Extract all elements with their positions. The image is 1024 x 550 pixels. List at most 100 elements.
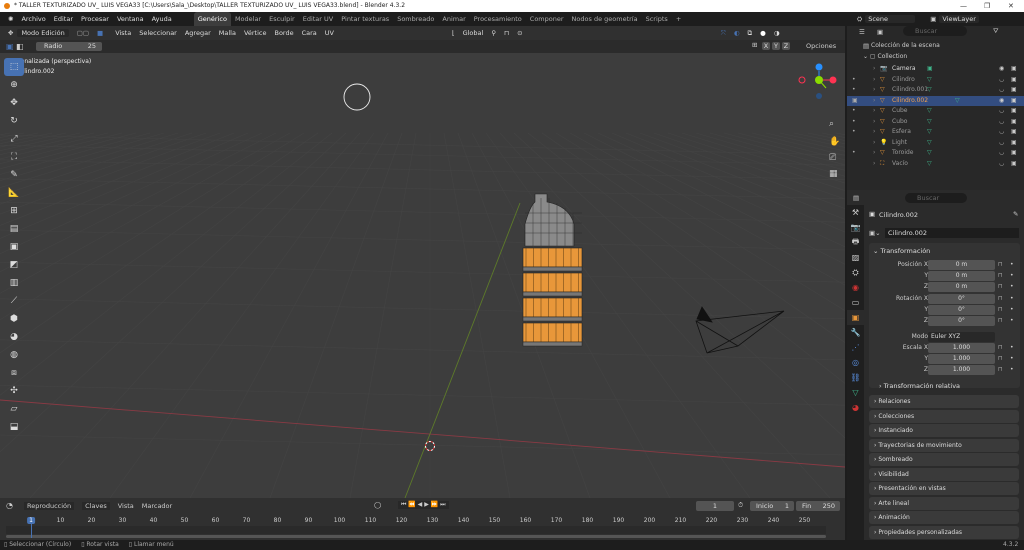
- workspace-tab-0[interactable]: Genérico: [193, 12, 231, 26]
- transform-icon[interactable]: ⛶: [4, 148, 24, 166]
- expand-arrow-icon[interactable]: ›: [873, 148, 875, 159]
- keyframe-dot-icon[interactable]: •: [1010, 272, 1014, 279]
- current-frame-field[interactable]: 1: [696, 501, 734, 511]
- camera-view-icon[interactable]: ⎚: [829, 153, 836, 163]
- pin-icon[interactable]: ✎: [1013, 210, 1018, 218]
- menu-0[interactable]: Archivo: [17, 12, 49, 26]
- edit-mode-dot-icon[interactable]: •: [852, 117, 856, 128]
- panel-animación[interactable]: › Animación: [869, 511, 1019, 524]
- rotation-field-0[interactable]: 0°: [928, 294, 995, 304]
- viewport-menu-1[interactable]: Seleccionar: [135, 29, 181, 37]
- render-camera-icon[interactable]: ▣: [1011, 85, 1017, 96]
- workspace-tab-8[interactable]: Componer: [526, 12, 568, 26]
- visibility-eye-icon[interactable]: ◡: [999, 106, 1004, 117]
- expand-arrow-icon[interactable]: ›: [873, 106, 875, 117]
- panel-instanciado[interactable]: › Instanciado: [869, 424, 1019, 437]
- visibility-eye-icon[interactable]: ◡: [999, 117, 1004, 128]
- shear-icon[interactable]: ▱: [4, 400, 24, 418]
- mirror-y[interactable]: Y: [772, 42, 780, 50]
- timeline-scrollbar[interactable]: [6, 535, 826, 538]
- panel-sombreado[interactable]: › Sombreado: [869, 453, 1019, 466]
- bevel-icon[interactable]: ◩: [4, 256, 24, 274]
- workspace-tab-9[interactable]: Nodos de geometría: [568, 12, 642, 26]
- render-icon[interactable]: 📷: [847, 220, 864, 235]
- rotation-field-1[interactable]: 0°: [928, 305, 995, 315]
- scene-icon[interactable]: ⛭: [847, 265, 864, 280]
- viewport-menu-0[interactable]: Vista: [111, 29, 135, 37]
- measure-icon[interactable]: 📐: [4, 184, 24, 202]
- menu-3[interactable]: Ventana: [113, 12, 148, 26]
- visibility-eye-icon[interactable]: ◡: [999, 75, 1004, 86]
- keyframe-dot-icon[interactable]: •: [1010, 355, 1014, 362]
- lock-icon[interactable]: ⊓: [998, 283, 1003, 290]
- lock-icon[interactable]: ⊓: [998, 366, 1003, 373]
- keyframe-dot-icon[interactable]: •: [1010, 366, 1014, 373]
- modifier-icon[interactable]: 🔧: [847, 325, 864, 340]
- expand-arrow-icon[interactable]: ›: [873, 75, 875, 86]
- loop-cut-icon[interactable]: ▥: [4, 274, 24, 292]
- visibility-eye-icon[interactable]: ◡: [999, 138, 1004, 149]
- object-datablock-icon[interactable]: ▣⌄: [869, 229, 881, 237]
- edit-mode-dot-icon[interactable]: •: [852, 75, 856, 86]
- orientation-dropdown[interactable]: Global: [459, 29, 488, 37]
- move-icon[interactable]: ✥: [4, 94, 24, 112]
- constraints-icon[interactable]: ⛓: [847, 370, 864, 385]
- perspective-toggle-icon[interactable]: ▦: [829, 169, 838, 179]
- outliner-item[interactable]: • › ▽ Cubo ▽ ◡ ▣: [847, 117, 1024, 128]
- timeline-menu-2[interactable]: Vista: [118, 502, 134, 510]
- inset-icon[interactable]: ▣: [4, 238, 24, 256]
- timeline-editor-type-icon[interactable]: ◔: [6, 501, 13, 510]
- outliner-item[interactable]: • › ▽ Cilindro ▽ ◡ ▣: [847, 75, 1024, 86]
- data-icon[interactable]: ▽: [847, 385, 864, 400]
- workspace-tab-5[interactable]: Sombreado: [393, 12, 438, 26]
- workspace-tab-10[interactable]: Scripts: [642, 12, 672, 26]
- menu-2[interactable]: Procesar: [77, 12, 113, 26]
- filter-view-icon[interactable]: ▣: [877, 28, 883, 36]
- blender-menu-icon[interactable]: ✺: [4, 12, 17, 26]
- position-field-1[interactable]: 0 m: [928, 271, 995, 281]
- lock-icon[interactable]: ⊓: [998, 306, 1003, 313]
- physics-icon[interactable]: ◎: [847, 355, 864, 370]
- mode-dropdown[interactable]: Modo Edición: [17, 29, 69, 37]
- end-frame-field[interactable]: Fin 250: [796, 501, 840, 511]
- navigation-gizmo[interactable]: [798, 63, 837, 100]
- workspace-tab-11[interactable]: +: [672, 12, 685, 26]
- scale-field-1[interactable]: 1.000: [928, 354, 995, 364]
- viewport-menu-2[interactable]: Agregar: [181, 29, 215, 37]
- render-camera-icon[interactable]: ▣: [1011, 159, 1017, 170]
- world-icon[interactable]: ◉: [847, 280, 864, 295]
- minimize-button[interactable]: —: [960, 0, 967, 12]
- select-circle-icon[interactable]: ⬚: [4, 58, 24, 76]
- edit-mode-dot-icon[interactable]: •: [852, 148, 856, 159]
- overlay-toggle-icon[interactable]: ◐: [730, 29, 744, 37]
- restore-button[interactable]: ❐: [984, 0, 990, 12]
- xray-icon[interactable]: ⧉: [743, 29, 756, 38]
- options-dropdown[interactable]: Opciones: [806, 42, 836, 50]
- lock-icon[interactable]: ⊓: [998, 295, 1003, 302]
- workspace-tab-4[interactable]: Pintar texturas: [337, 12, 393, 26]
- visibility-eye-icon[interactable]: ◡: [999, 85, 1004, 96]
- viewport-menu-7[interactable]: UV: [321, 29, 338, 37]
- keyframe-dot-icon[interactable]: •: [1010, 283, 1014, 290]
- outliner-item[interactable]: • › ▽ Toroide ▽ ◡ ▣: [847, 148, 1024, 159]
- scale-field-0[interactable]: 1.000: [928, 343, 995, 353]
- collection-row[interactable]: ⌄ ▢ Collection: [863, 53, 907, 60]
- render-camera-icon[interactable]: ▣: [1011, 148, 1017, 159]
- position-field-2[interactable]: 0 m: [928, 282, 995, 292]
- start-frame-field[interactable]: Inicio 1: [750, 501, 794, 511]
- expand-arrow-icon[interactable]: ›: [873, 117, 875, 128]
- output-icon[interactable]: 🖶: [847, 235, 864, 250]
- lock-icon[interactable]: ⊓: [998, 344, 1003, 351]
- select-mode-new-icon[interactable]: ▣: [6, 42, 14, 51]
- outliner-item[interactable]: › 💡 Light ▽ ◡ ▣: [847, 138, 1024, 149]
- pivot-icon[interactable]: ⚲: [487, 29, 500, 37]
- editor-type-icon[interactable]: ✥: [4, 29, 17, 37]
- shading-solid-icon[interactable]: ●: [756, 29, 770, 37]
- properties-search[interactable]: Buscar: [905, 193, 967, 203]
- close-button[interactable]: ✕: [1008, 0, 1014, 12]
- visibility-eye-icon[interactable]: ◉: [999, 96, 1004, 107]
- radius-field[interactable]: Radio 25: [36, 42, 102, 51]
- auto-keying-icon[interactable]: ◯: [374, 501, 381, 509]
- keyframe-dot-icon[interactable]: •: [1010, 261, 1014, 268]
- lock-icon[interactable]: ⊓: [998, 261, 1003, 268]
